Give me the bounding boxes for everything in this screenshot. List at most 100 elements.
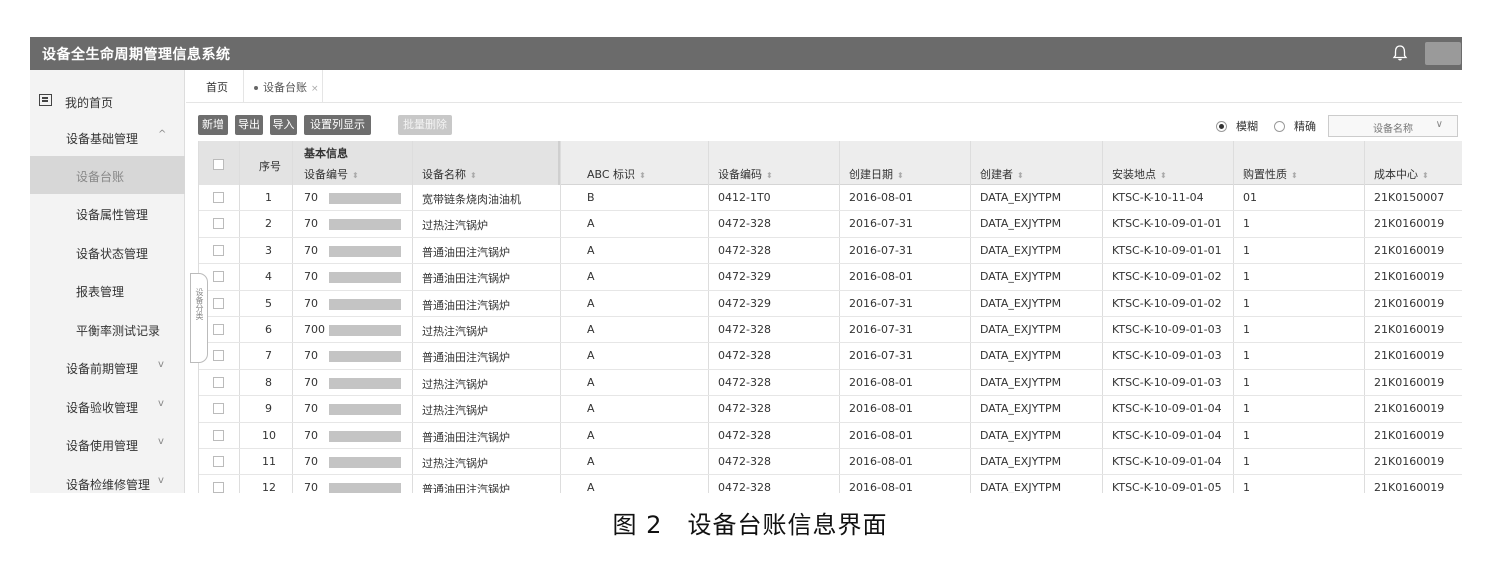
- table-row[interactable]: 5 70 普通油田注汽锅炉 A 0472-329 2016-07-31 DATA_EXJYT…: [199, 291, 1462, 317]
- import-button[interactable]: 导入: [270, 115, 297, 135]
- tab-equipment-ledger[interactable]: 设备台账 ×: [254, 79, 319, 95]
- table-cell: 普通油田注汽锅炉: [422, 245, 510, 259]
- table-cell: 普通油田注汽锅炉: [422, 298, 510, 312]
- table-cell: 2: [265, 217, 272, 231]
- search-field-select[interactable]: 设备名称 ∨: [1328, 115, 1458, 137]
- table-cell: 1: [1243, 375, 1250, 389]
- row-checkbox[interactable]: [213, 456, 224, 467]
- fuzzy-search-radio[interactable]: [1216, 121, 1227, 132]
- row-checkbox[interactable]: [213, 376, 224, 388]
- column-header[interactable]: 创建者 ⬍: [980, 166, 1024, 182]
- table-cell: A: [587, 455, 595, 468]
- sort-icon[interactable]: ⬍: [1291, 171, 1298, 180]
- user-avatar[interactable]: [1425, 42, 1461, 65]
- sidebar-item-label: 设备状态管理: [76, 247, 149, 261]
- tab-bar: 首页 设备台账 ×: [186, 70, 1462, 103]
- exact-search-radio[interactable]: [1274, 121, 1285, 132]
- column-settings-button[interactable]: 设置列显示: [304, 115, 371, 135]
- column-header[interactable]: 设备名称 ⬍: [422, 166, 477, 182]
- column-header[interactable]: 安装地点 ⬍: [1112, 166, 1167, 182]
- row-checkbox[interactable]: [213, 429, 224, 441]
- table-cell: DATA_EXJYTPM: [980, 191, 1062, 204]
- table-row[interactable]: 9 70 过热注汽锅炉 A 0472-328 2016-08-01 DATA_EXJYTPM…: [199, 396, 1462, 423]
- table-row[interactable]: 7 70 普通油田注汽锅炉 A 0472-328 2016-07-31 DATA_EXJYT…: [199, 343, 1462, 370]
- sidebar-item-home[interactable]: 我的首页: [30, 84, 185, 116]
- row-checkbox[interactable]: [213, 403, 224, 415]
- sidebar-item[interactable]: 设备属性管理: [30, 194, 185, 232]
- batch-delete-button[interactable]: 批量删除: [398, 115, 452, 135]
- select-all-checkbox[interactable]: [213, 159, 224, 170]
- row-checkbox[interactable]: [213, 324, 224, 335]
- tab-equipment-ledger-label: 设备台账: [263, 81, 307, 94]
- column-header[interactable]: 成本中心 ⬍: [1374, 166, 1429, 182]
- sidebar-item[interactable]: 设备状态管理: [30, 233, 185, 271]
- sidebar-item[interactable]: 报表管理: [30, 271, 185, 309]
- table-row[interactable]: 3 70 普通油田注汽锅炉 A 0472-328 2016-07-31 DATA_EXJYT…: [199, 238, 1462, 265]
- tab-home[interactable]: 首页: [206, 79, 228, 95]
- table-row[interactable]: 1 70 宽带链条烧肉油油机 B 0412-1T0 2016-08-01 DATA_EXJY…: [199, 185, 1462, 212]
- table-row[interactable]: 11 70 过热注汽锅炉 A 0472-328 2016-08-01 DATA_EXJYTP…: [199, 449, 1462, 476]
- toolbar: 新增 导出 导入 设置列显示 批量删除 模糊 精确 设备名称 ∨: [186, 103, 1462, 141]
- redacted-block: [329, 404, 401, 416]
- column-header[interactable]: 购置性质 ⬍: [1243, 166, 1298, 182]
- table-cell: 21K0160019: [1374, 402, 1445, 416]
- column-header[interactable]: 创建日期 ⬍: [849, 166, 904, 182]
- table-row[interactable]: 4 70 普通油田注汽锅炉 A 0472-329 2016-08-01 DATA_EXJYT…: [199, 264, 1462, 291]
- row-checkbox[interactable]: [213, 297, 224, 309]
- row-checkbox[interactable]: [213, 192, 224, 203]
- sidebar-item[interactable]: 设备台账: [30, 156, 185, 194]
- table-cell: 21K0160019: [1374, 323, 1445, 336]
- row-checkbox[interactable]: [213, 482, 224, 493]
- sidebar-item-label: 报表管理: [76, 285, 125, 299]
- sort-icon[interactable]: ⬍: [1160, 171, 1167, 180]
- table-row[interactable]: 8 70 过热注汽锅炉 A 0472-328 2016-08-01 DATA_EXJYTPM…: [199, 370, 1462, 397]
- sort-icon[interactable]: ⬍: [1017, 171, 1024, 180]
- table-row[interactable]: 2 70 过热注汽锅炉 A 0472-328 2016-07-31 DATA_EXJYTPM…: [199, 211, 1462, 238]
- column-header[interactable]: 设备编号 ⬍: [304, 166, 359, 182]
- sidebar-item[interactable]: 平衡率测试记录: [30, 310, 185, 348]
- sort-icon[interactable]: ⬍: [1422, 171, 1429, 180]
- sort-icon[interactable]: ⬍: [639, 171, 646, 180]
- add-button[interactable]: 新增: [198, 115, 228, 135]
- row-checkbox[interactable]: [213, 244, 224, 256]
- sidebar-item[interactable]: 设备前期管理 v: [30, 348, 185, 386]
- table-cell: 1: [1243, 270, 1250, 284]
- table-cell: B: [587, 191, 595, 204]
- column-header[interactable]: ABC 标识 ⬍: [587, 166, 646, 182]
- table-cell: 2016-07-31: [849, 217, 913, 231]
- row-checkbox[interactable]: [213, 350, 224, 362]
- table-cell: 6: [265, 323, 272, 336]
- row-checkbox[interactable]: [213, 271, 224, 283]
- table-cell: DATA_EXJYTPM: [980, 217, 1062, 231]
- table-cell: DATA_EXJYTPM: [980, 455, 1062, 468]
- table-cell: 过热注汽锅炉: [422, 404, 488, 418]
- table-row[interactable]: 12 70 普通油田注汽锅炉 A 0472-328 2016-08-01 DATA_EXJY…: [199, 475, 1462, 493]
- row-checkbox[interactable]: [213, 218, 224, 230]
- table-cell: 21K0160019: [1374, 217, 1445, 231]
- sort-icon[interactable]: ⬍: [470, 171, 477, 180]
- sidebar-item[interactable]: 设备验收管理 v: [30, 387, 185, 425]
- column-header[interactable]: 序号: [259, 158, 281, 174]
- sidebar-item[interactable]: 设备基础管理 ^: [30, 118, 185, 156]
- table-cell: 过热注汽锅炉: [422, 325, 488, 338]
- table-cell: 1: [1243, 349, 1250, 363]
- sort-icon[interactable]: ⬍: [897, 171, 904, 180]
- table-cell: 普通油田注汽锅炉: [422, 430, 510, 444]
- export-button[interactable]: 导出: [235, 115, 263, 135]
- table-row[interactable]: 10 70 普通油田注汽锅炉 A 0472-328 2016-08-01 DATA_EXJY…: [199, 423, 1462, 449]
- close-tab-icon[interactable]: ×: [311, 84, 319, 94]
- column-header[interactable]: 设备编码 ⬍: [718, 166, 773, 182]
- category-panel-toggle[interactable]: 设备分类: [190, 273, 208, 363]
- table-cell: 21K0160019: [1374, 375, 1445, 389]
- sidebar-item[interactable]: 设备使用管理 v: [30, 425, 185, 463]
- table-cell: 21K0160019: [1374, 349, 1445, 363]
- sort-icon[interactable]: ⬍: [766, 171, 773, 180]
- sort-icon[interactable]: ⬍: [352, 171, 359, 180]
- bell-icon[interactable]: [1391, 44, 1409, 62]
- table-row[interactable]: 6 700 过热注汽锅炉 A 0472-328 2016-07-31 DATA_EXJYTP…: [199, 317, 1462, 344]
- table-cell: 01: [1243, 191, 1257, 204]
- redacted-block: [329, 377, 401, 389]
- sidebar-item[interactable]: 设备检维修管理 v: [30, 464, 185, 493]
- table-cell: 0472-328: [718, 455, 771, 468]
- table-cell: A: [587, 323, 595, 336]
